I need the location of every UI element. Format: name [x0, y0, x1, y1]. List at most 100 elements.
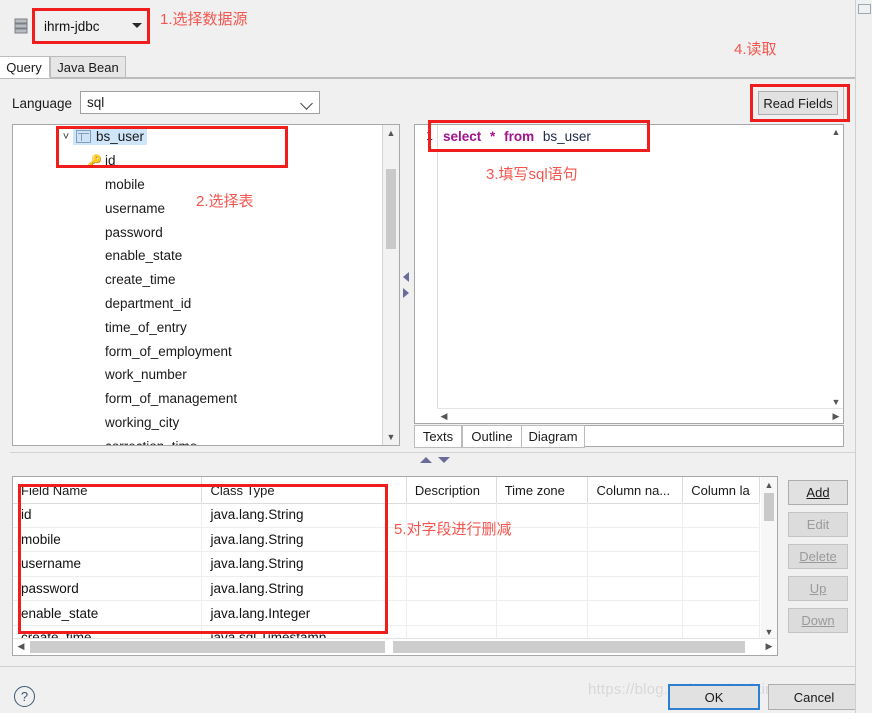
table-row[interactable]: enable_state java.lang.Integer	[13, 601, 760, 626]
tree-node-column[interactable]: working_city	[13, 411, 382, 435]
scroll-down-icon[interactable]: ▼	[829, 395, 843, 409]
tree-node-column[interactable]: password	[13, 220, 382, 244]
cell-class-type: java.lang.Integer	[202, 601, 407, 626]
add-button-label: Add	[806, 485, 830, 500]
table-tree-panel[interactable]: ˅ bs_user 🔑 id mobile username password …	[12, 124, 400, 446]
column-header-description[interactable]: Description	[407, 477, 497, 503]
delete-button[interactable]: Delete	[788, 544, 848, 569]
scroll-left-icon[interactable]: ◀	[13, 639, 29, 654]
tree-node-column[interactable]: correction_time	[13, 434, 382, 445]
sql-code-line[interactable]: select * from bs_user	[443, 129, 825, 144]
tree-node-column[interactable]: department_id	[13, 292, 382, 316]
cell-column-label	[683, 576, 760, 602]
fields-table-hscroll-thumb[interactable]	[30, 641, 385, 653]
horizontal-splitter[interactable]	[10, 452, 856, 465]
sql-horizontal-scrollbar[interactable]: ◀ ▶	[437, 408, 843, 423]
database-icon	[14, 18, 28, 34]
ok-button[interactable]: OK	[668, 684, 760, 710]
vertical-splitter[interactable]	[402, 124, 412, 446]
edit-button[interactable]: Edit	[788, 512, 848, 537]
fields-table-vertical-scrollbar[interactable]: ▲ ▼	[761, 477, 777, 639]
tab-texts[interactable]: Texts	[414, 425, 462, 448]
table-row[interactable]: mobile java.lang.String	[13, 527, 760, 553]
language-value: sql	[87, 95, 105, 110]
scroll-left-icon[interactable]: ◀	[437, 409, 451, 423]
cancel-button[interactable]: Cancel	[768, 684, 860, 710]
table-row[interactable]: username java.lang.String	[13, 552, 760, 577]
tree-node-column-label: form_of_employment	[105, 343, 232, 359]
column-header-field-name[interactable]: Field Name	[13, 477, 203, 503]
help-glyph: ?	[20, 689, 29, 704]
scroll-up-icon[interactable]: ▲	[761, 477, 777, 492]
tree-node-column-label: work_number	[105, 367, 187, 383]
read-fields-button[interactable]: Read Fields	[758, 91, 838, 115]
cell-time-zone	[496, 503, 589, 528]
sql-vertical-scrollbar[interactable]: ▲ ▼	[829, 125, 843, 409]
sql-keyword-select: select	[443, 129, 482, 144]
up-button[interactable]: Up	[788, 576, 848, 601]
datasource-bar: ihrm-jdbc	[0, 0, 856, 52]
tab-outline[interactable]: Outline	[462, 425, 522, 448]
scroll-down-icon[interactable]: ▼	[383, 429, 399, 445]
tree-node-column[interactable]: form_of_employment	[13, 339, 382, 363]
tree-vertical-scrollbar[interactable]: ▲ ▼	[382, 125, 399, 445]
cell-column-label	[683, 552, 760, 577]
column-header-column-name[interactable]: Column na...	[588, 477, 684, 503]
fields-table-header: Field Name Class Type Description Time z…	[13, 477, 760, 504]
window-edge-marker	[858, 4, 871, 14]
window-right-edge	[855, 0, 872, 713]
tree-node-column-label: password	[105, 224, 163, 240]
down-button[interactable]: Down	[788, 608, 848, 633]
collapse-left-icon[interactable]	[403, 272, 409, 282]
collapse-down-icon[interactable]	[438, 457, 450, 463]
sql-editor-panel[interactable]: 1 select * from bs_user ▲ ▼ ◀ ▶	[414, 124, 844, 424]
collapse-up-icon[interactable]	[420, 457, 432, 463]
column-header-class-type[interactable]: Class Type	[202, 477, 407, 503]
scroll-right-icon[interactable]: ▶	[829, 409, 843, 423]
tab-texts-label: Texts	[422, 429, 454, 444]
table-row[interactable]: password java.lang.String	[13, 576, 760, 602]
column-header-column-label[interactable]: Column la	[683, 477, 760, 503]
tree-node-column[interactable]: enable_state	[13, 244, 382, 268]
tree-node-column-label: create_time	[105, 272, 176, 288]
table-row[interactable]: id java.lang.String	[13, 503, 760, 528]
cell-column-name	[588, 552, 684, 577]
tab-diagram[interactable]: Diagram	[521, 425, 585, 448]
footer-divider	[0, 666, 856, 667]
tree-node-column[interactable]: time_of_entry	[13, 315, 382, 339]
fields-table-scroll-thumb[interactable]	[764, 493, 774, 521]
datasource-combo[interactable]: ihrm-jdbc	[36, 12, 154, 40]
tree-node-column[interactable]: work_number	[13, 363, 382, 387]
scroll-up-icon[interactable]: ▲	[383, 125, 399, 141]
chevron-down-icon[interactable]: ˅	[59, 131, 73, 143]
tab-query[interactable]: Query	[0, 56, 50, 78]
tree-node-column[interactable]: create_time	[13, 268, 382, 292]
chevron-down-icon	[300, 97, 313, 110]
language-combo[interactable]: sql	[80, 91, 320, 114]
tree-node-column[interactable]: username	[13, 196, 382, 220]
read-fields-label: Read Fields	[763, 95, 833, 111]
tree-node-column[interactable]: 🔑 id	[13, 149, 382, 173]
tree-scroll-thumb[interactable]	[386, 169, 396, 249]
tab-query-label: Query	[6, 59, 42, 75]
help-icon[interactable]: ?	[14, 686, 35, 707]
cell-class-type: java.lang.String	[202, 527, 407, 553]
cell-description	[406, 527, 497, 553]
tree-node-column-label: department_id	[105, 295, 192, 311]
column-header-time-zone[interactable]: Time zone	[497, 477, 589, 503]
tab-java-bean[interactable]: Java Bean	[50, 56, 126, 78]
tree-node-table[interactable]: ˅ bs_user	[13, 125, 382, 149]
sql-keyword-from: from	[504, 129, 535, 144]
tree-node-column[interactable]: form_of_management	[13, 387, 382, 411]
fields-table-panel[interactable]: Field Name Class Type Description Time z…	[12, 476, 778, 656]
collapse-right-icon[interactable]	[403, 288, 409, 298]
scroll-down-icon[interactable]: ▼	[761, 624, 777, 639]
tree-node-column[interactable]: mobile	[13, 173, 382, 197]
add-button[interactable]: Add	[788, 480, 848, 505]
fields-table-hscroll-track[interactable]	[393, 641, 745, 653]
cell-class-type: java.lang.String	[202, 576, 407, 602]
scroll-right-icon[interactable]: ▶	[761, 639, 777, 654]
scroll-up-icon[interactable]: ▲	[829, 125, 843, 139]
fields-table-horizontal-scrollbar[interactable]: ◀ ▶	[13, 638, 777, 655]
chevron-down-icon	[132, 23, 142, 28]
